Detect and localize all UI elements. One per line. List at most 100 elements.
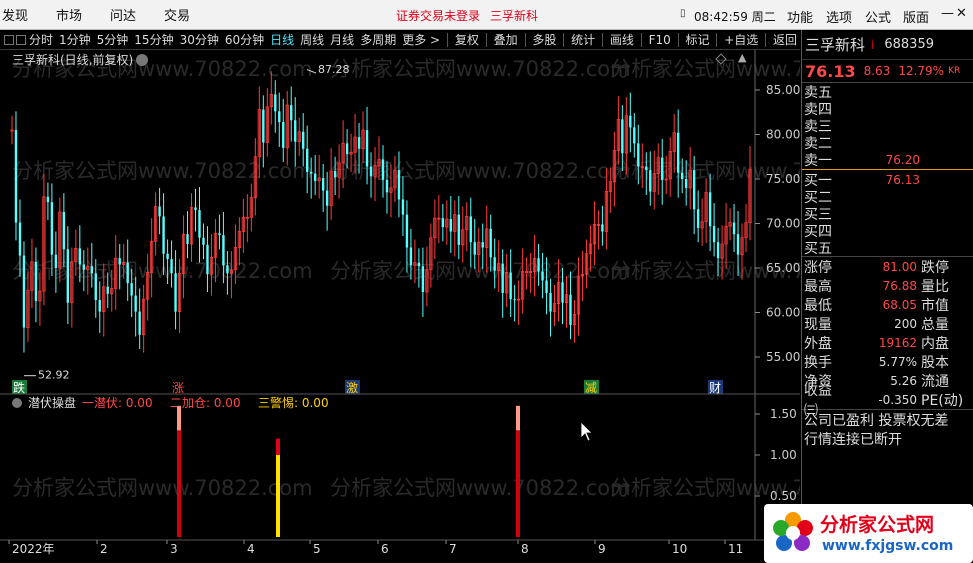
candle-body — [381, 159, 385, 180]
candle-body — [302, 131, 305, 149]
candle-body — [198, 210, 201, 238]
candle-body — [78, 248, 82, 265]
price-tick-label: 80.00 — [766, 128, 800, 142]
stat-value: 19162 — [878, 335, 917, 350]
candle-body — [18, 222, 22, 256]
divider — [602, 32, 603, 47]
tool-button[interactable]: 画线 — [607, 31, 637, 48]
close-icon[interactable]: ✕ — [956, 6, 967, 21]
high-price-label: 87.28 — [318, 63, 350, 76]
price-tick-label: 60.00 — [766, 306, 800, 320]
watermark-text: 分析家公式网www.70822.com — [330, 57, 631, 81]
candle-body — [158, 206, 161, 217]
tool-button[interactable]: F10 — [646, 33, 674, 47]
candle-body — [397, 170, 401, 200]
event-marker: 跌 — [13, 380, 25, 395]
divider — [640, 32, 642, 47]
price-row: 76.13 8.63 12.79% KR — [802, 60, 973, 83]
period-tab[interactable]: 30分钟 — [177, 31, 222, 48]
menu-function[interactable]: 功能 — [787, 7, 813, 26]
candle-body — [629, 115, 632, 128]
up-arrow-icon[interactable]: ▲ — [738, 51, 746, 64]
period-tab[interactable]: 5分钟 — [94, 31, 132, 48]
stat-label: 最高 — [804, 278, 832, 295]
tool-button[interactable]: 统计 — [568, 31, 598, 48]
menu-formula[interactable]: 公式 — [865, 7, 891, 26]
menu-trade[interactable]: 交易 — [150, 5, 204, 24]
chart-area[interactable]: 分析家公式网www.70822.com 分析家公式网www.70822.com 分析… — [0, 50, 800, 563]
candle-body — [46, 196, 50, 203]
candle-body — [50, 202, 54, 255]
logo-url: www.fxjgsw.com — [822, 538, 954, 554]
tool-button[interactable]: +自选 — [721, 31, 761, 48]
bid-row: 买二 — [802, 188, 973, 206]
chevron-icon[interactable] — [136, 54, 149, 66]
bid-label: 买五 — [804, 240, 832, 257]
bid-price: 76.13 — [885, 172, 920, 187]
stock-name: 三孚新科 — [805, 36, 866, 54]
stat-value: 200 — [894, 316, 917, 331]
stat-row: 最高 76.88 量比 — [802, 276, 973, 295]
indicator-menu-icon — [12, 398, 22, 408]
candle-body — [457, 214, 460, 245]
candle-body — [206, 244, 209, 275]
tool-button[interactable]: 复权 — [452, 31, 482, 48]
menu-market[interactable]: 市场 — [42, 5, 96, 24]
candle-body — [401, 199, 405, 215]
chart-title[interactable]: 三孚新科(日线,前复权) — [12, 51, 149, 68]
bid-row: 买五 — [802, 239, 973, 257]
indicator-bar — [177, 405, 181, 431]
candle-body — [409, 247, 413, 266]
price-tick-label: 65.00 — [766, 261, 800, 275]
grid-icon[interactable] — [4, 34, 14, 45]
minimize-icon[interactable]: — — [941, 6, 954, 21]
more-periods[interactable]: 更多 > — [399, 31, 443, 48]
menu-wenda[interactable]: 问达 — [96, 5, 150, 24]
tool-button[interactable]: 标记 — [682, 31, 712, 48]
candle-body — [716, 242, 720, 259]
candle-body — [417, 262, 421, 267]
candle-body — [633, 127, 636, 144]
split-icon[interactable] — [16, 34, 26, 45]
candle-body — [645, 166, 648, 171]
tool-button[interactable]: 返回 — [770, 31, 800, 48]
period-tab[interactable]: 月线 — [327, 31, 357, 48]
period-tab[interactable]: 分时 — [26, 31, 56, 48]
period-tab[interactable]: 多周期 — [357, 31, 399, 48]
candle-body — [549, 292, 552, 312]
candle-body — [732, 222, 736, 235]
bell-icon[interactable]: ▯ — [680, 8, 690, 20]
tool-button[interactable]: 叠加 — [491, 31, 521, 48]
stat-label: 市值 — [921, 297, 949, 314]
candle-body — [282, 122, 285, 148]
login-warning[interactable]: 证券交易未登录 — [396, 7, 480, 24]
stat-label: 量比 — [921, 278, 949, 295]
menu-discover[interactable]: 发现 — [0, 5, 42, 24]
menu-layout[interactable]: 版面 — [903, 7, 929, 26]
time-tick-label: 2022年 — [12, 542, 55, 556]
period-tab[interactable]: 15分钟 — [131, 31, 176, 48]
indicator-bar — [276, 455, 280, 537]
stat-label: 外盘 — [804, 335, 832, 352]
candle-body — [202, 237, 205, 245]
period-tab[interactable]: 60分钟 — [222, 31, 267, 48]
divider — [447, 32, 448, 47]
price-tick-label: 85.00 — [766, 83, 800, 97]
kline-chart[interactable]: 分析家公式网www.70822.com 分析家公式网www.70822.com分析… — [0, 50, 800, 563]
indicator-tick-label: 0.50 — [770, 489, 797, 503]
candle-body — [537, 258, 540, 272]
period-tab[interactable]: 周线 — [297, 31, 327, 48]
candle-body — [696, 209, 700, 228]
candle-body — [365, 130, 369, 167]
candle-body — [222, 235, 225, 266]
period-tab-selected[interactable]: 日线 — [267, 31, 297, 48]
tool-button[interactable]: 多股 — [529, 31, 559, 48]
time-tick-label: 4 — [247, 542, 255, 556]
info-icon[interactable]: i — [871, 38, 874, 52]
candle-body — [294, 120, 297, 142]
candle-body — [601, 224, 604, 232]
menu-options[interactable]: 选项 — [826, 7, 852, 26]
period-tab[interactable]: 1分钟 — [56, 31, 94, 48]
candle-body — [469, 216, 472, 243]
time-tick-label: 2 — [100, 542, 108, 556]
